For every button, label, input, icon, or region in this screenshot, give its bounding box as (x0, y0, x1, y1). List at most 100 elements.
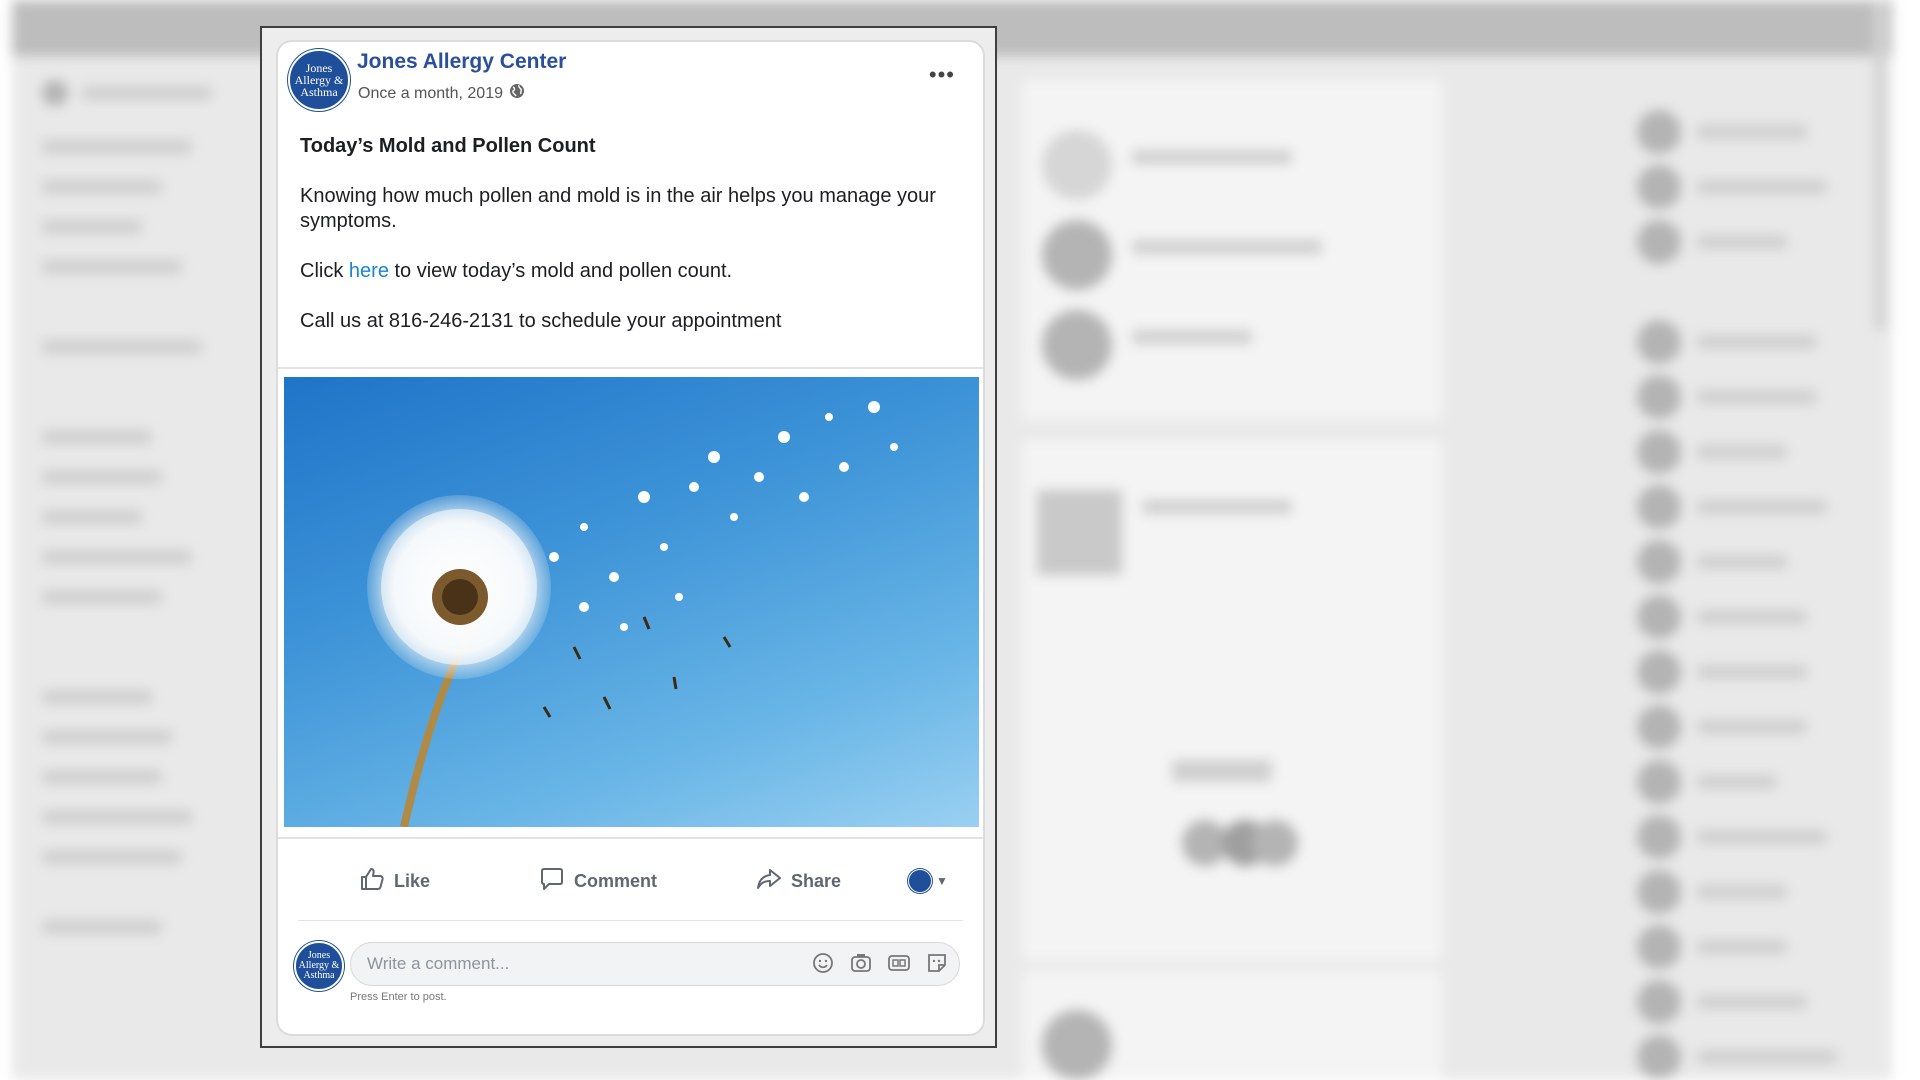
smiley-icon[interactable] (811, 951, 835, 975)
blurred-row (1697, 610, 1807, 624)
blurred-avatar (1637, 540, 1681, 584)
blurred-avatar (1637, 430, 1681, 474)
like-button[interactable]: Like (358, 857, 430, 905)
blurred-avatar (1637, 705, 1681, 749)
gif-icon[interactable] (887, 951, 911, 975)
blurred-avatar (1637, 220, 1681, 264)
blurred-row (42, 690, 152, 704)
blurred-row (1697, 390, 1817, 404)
blurred-avatar (1637, 760, 1681, 804)
blurred-avatar (1042, 310, 1112, 380)
page-name-link[interactable]: Jones Allergy Center (357, 50, 566, 74)
blurred-row (1697, 335, 1817, 349)
sticker-icon[interactable] (925, 951, 949, 975)
post-paragraph: Knowing how much pollen and mold is in t… (300, 185, 936, 232)
post-title: Today’s Mold and Pollen Count (300, 135, 596, 157)
blurred-row (42, 920, 162, 934)
blurred-avatar (1637, 815, 1681, 859)
blurred-row (42, 770, 162, 784)
comment-placeholder: Write a comment... (367, 954, 510, 973)
post-photo-dandelion[interactable] (284, 377, 979, 827)
blurred-row (1697, 885, 1787, 899)
dandelion-illustration (367, 401, 898, 827)
blurred-row (42, 340, 202, 354)
blurred-row (1697, 665, 1807, 679)
blurred-row (42, 470, 162, 484)
blurred-row (1697, 445, 1787, 459)
blurred-row (1697, 830, 1827, 844)
post-as-page-selector[interactable]: ▼ (908, 857, 948, 905)
blurred-row (1697, 775, 1777, 789)
blurred-avatar (1042, 1010, 1112, 1080)
blurred-row (42, 590, 162, 604)
click-prefix: Click (300, 260, 344, 282)
blurred-avatar (1637, 1035, 1681, 1079)
blurred-avatar (1637, 110, 1681, 154)
page-avatar-small (908, 869, 932, 893)
blurred-avatar (1042, 130, 1112, 200)
post-highlight-frame: Jones Allergy & Asthma Jones Allergy Cen… (260, 26, 997, 1048)
post-action-bar: Like Comment Share ▼ (278, 857, 983, 905)
commenter-avatar: Jones Allergy & Asthma (294, 941, 344, 991)
blurred-row (1132, 330, 1252, 344)
like-label: Like (394, 870, 431, 891)
comment-button[interactable]: Comment (538, 857, 657, 905)
blurred-row (1697, 555, 1787, 569)
share-arrow-icon (755, 865, 783, 898)
blurred-row (42, 260, 182, 274)
blurred-row (1697, 235, 1787, 249)
comment-tools (811, 951, 949, 975)
blurred-row (42, 220, 142, 234)
blurred-avatar (1637, 165, 1681, 209)
blurred-avatar (42, 80, 68, 106)
share-button[interactable]: Share (755, 857, 841, 905)
blurred-avatar (1637, 485, 1681, 529)
blurred-avatar (1637, 870, 1681, 914)
globe-icon (509, 83, 525, 104)
blurred-row (1697, 180, 1827, 194)
thumbs-up-icon (358, 865, 386, 898)
blurred-row (42, 810, 192, 824)
blurred-row (1132, 150, 1292, 164)
blurred-avatar (1637, 650, 1681, 694)
comment-label: Comment (574, 870, 658, 891)
blurred-row (42, 730, 172, 744)
speech-bubble-icon (538, 865, 566, 898)
post-body: Today’s Mold and Pollen Count Knowing ho… (300, 134, 960, 359)
blurred-row (42, 850, 182, 864)
blurred-row (82, 86, 212, 100)
blurred-row (42, 430, 152, 444)
click-suffix: to view today’s mold and pollen count. (394, 260, 733, 282)
blurred-avatar (1637, 980, 1681, 1024)
blurred-avatar (1637, 595, 1681, 639)
blurred-row (1697, 720, 1807, 734)
post-call-line: Call us at 816-246-2131 to schedule your… (300, 310, 782, 332)
comment-input[interactable]: Write a comment... (350, 942, 960, 986)
blurred-row (42, 180, 162, 194)
blurred-thumbnail (1037, 490, 1122, 575)
blurred-row (1697, 1050, 1837, 1064)
caret-down-icon: ▼ (936, 874, 948, 888)
page-avatar[interactable]: Jones Allergy & Asthma (288, 49, 350, 111)
blurred-row (42, 140, 192, 154)
divider (278, 837, 983, 839)
blurred-avatar (1252, 820, 1298, 866)
blurred-row (42, 550, 192, 564)
blurred-row (1142, 500, 1292, 514)
blurred-row (1697, 995, 1807, 1009)
blurred-avatar (1042, 220, 1112, 290)
post-timestamp[interactable]: Once a month, 2019 (358, 85, 503, 103)
press-enter-hint: Press Enter to post. (350, 991, 447, 1003)
avatar-text: Jones Allergy & Asthma (298, 950, 340, 981)
blurred-row (1132, 240, 1322, 254)
avatar-text: Jones Allergy & Asthma (294, 61, 344, 99)
blurred-row (1697, 125, 1807, 139)
blurred-avatar (1637, 375, 1681, 419)
blurred-scrollbar (1874, 0, 1886, 330)
page: Jones Allergy & Asthma Jones Allergy Cen… (0, 0, 1920, 1080)
more-options-button[interactable]: ••• (929, 62, 955, 88)
share-label: Share (791, 870, 842, 891)
here-link[interactable]: here (349, 260, 389, 282)
camera-icon[interactable] (849, 951, 873, 975)
divider (298, 920, 963, 921)
